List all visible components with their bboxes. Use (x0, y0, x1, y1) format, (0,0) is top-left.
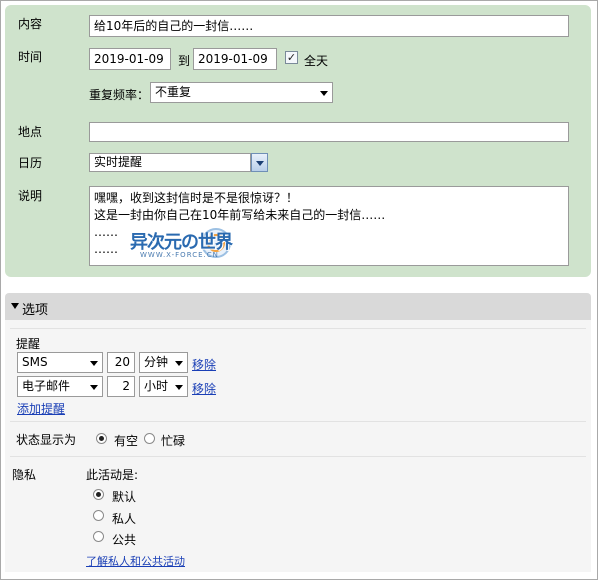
location-label: 地点 (18, 125, 43, 139)
divider (10, 456, 586, 457)
status-free-radio[interactable] (96, 433, 107, 444)
time-label: 时间 (18, 50, 43, 64)
reminder-unit-select[interactable]: 分钟 (139, 352, 188, 373)
privacy-default-label: 默认 (112, 490, 137, 504)
divider (10, 421, 586, 422)
reminder-method-select[interactable]: 电子邮件 (17, 376, 103, 397)
privacy-private-label: 私人 (112, 512, 137, 526)
allday-checkbox[interactable]: ✓ (285, 51, 298, 64)
description-line: 这是一封由你自己在10年前写给未来自己的一封信…… (94, 208, 386, 222)
chevron-down-icon (175, 385, 183, 390)
calendar-dropdown-button[interactable] (251, 153, 268, 172)
chevron-down-icon (256, 161, 264, 166)
remove-reminder-link[interactable]: 移除 (192, 380, 216, 397)
content-input[interactable]: 给10年后的自己的一封信…… (89, 15, 569, 37)
status-busy-radio[interactable] (144, 433, 155, 444)
repeat-label: 重复频率： (89, 88, 150, 102)
repeat-select-value: 不重复 (155, 85, 192, 99)
reminder-unit-value: 分钟 (144, 355, 169, 369)
reminder-method-value: SMS (22, 355, 48, 369)
divider (10, 328, 586, 329)
privacy-public-radio[interactable] (93, 531, 104, 542)
content-label: 内容 (18, 17, 43, 31)
watermark-logo: 异次元の世界 WWW.X-FORCE.CN (128, 224, 240, 264)
collapse-triangle-icon (11, 303, 19, 309)
privacy-info-link[interactable]: 了解私人和公共活动 (86, 553, 185, 569)
privacy-prompt: 此活动是: (86, 468, 139, 482)
status-busy-label: 忙碌 (161, 434, 186, 448)
calendar-select-value: 实时提醒 (94, 155, 143, 169)
reminder-amount-input[interactable]: 2 (107, 376, 135, 397)
privacy-private-radio[interactable] (93, 510, 104, 521)
privacy-label: 隐私 (12, 468, 37, 482)
description-line: 嘿嘿，收到这封信时是不是很惊讶？！ (94, 191, 299, 205)
allday-label: 全天 (304, 54, 329, 68)
location-input[interactable] (89, 122, 569, 142)
reminder-method-value: 电子邮件 (22, 379, 71, 393)
privacy-default-radio[interactable] (93, 489, 104, 500)
start-date-input[interactable]: 2019-01-09 (89, 48, 171, 70)
calendar-label: 日历 (18, 156, 43, 170)
reminder-unit-value: 小时 (144, 379, 169, 393)
chevron-down-icon (90, 385, 98, 390)
end-date-input[interactable]: 2019-01-09 (193, 48, 277, 70)
remove-reminder-link[interactable]: 移除 (192, 356, 216, 373)
to-label: 到 (178, 54, 191, 68)
options-header[interactable]: 选项 (5, 293, 591, 320)
watermark-subtitle: WWW.X-FORCE.CN (140, 251, 219, 259)
status-free-label: 有空 (114, 434, 139, 448)
chevron-down-icon (90, 361, 98, 366)
reminder-label: 提醒 (16, 337, 41, 351)
reminder-unit-select[interactable]: 小时 (139, 376, 188, 397)
reminder-method-select[interactable]: SMS (17, 352, 103, 373)
options-title: 选项 (22, 303, 49, 318)
description-label: 说明 (18, 189, 43, 203)
privacy-public-label: 公共 (112, 533, 137, 547)
reminder-amount-input[interactable]: 20 (107, 352, 135, 373)
add-reminder-link[interactable]: 添加提醒 (17, 400, 65, 417)
chevron-down-icon (320, 91, 328, 96)
status-label: 状态显示为 (16, 433, 77, 447)
calendar-select[interactable]: 实时提醒 (89, 153, 251, 172)
chevron-down-icon (175, 361, 183, 366)
repeat-select[interactable]: 不重复 (150, 82, 333, 103)
